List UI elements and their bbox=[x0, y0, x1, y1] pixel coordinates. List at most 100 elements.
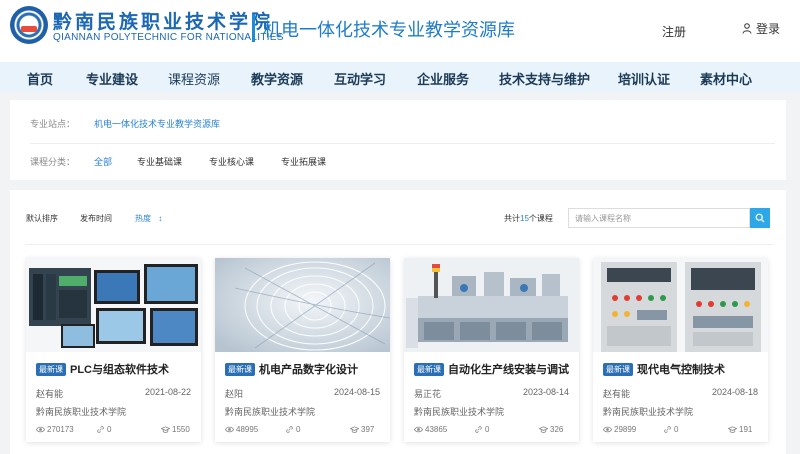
login-label: 登录 bbox=[756, 22, 781, 36]
total-count: 15 bbox=[520, 214, 529, 223]
school-name-en: QIANNAN POLYTECHNIC FOR NATIONALITIES bbox=[53, 32, 284, 43]
school-emblem-logo[interactable] bbox=[10, 6, 48, 44]
category-core[interactable]: 专业核心课 bbox=[209, 155, 254, 168]
course-title[interactable]: 机电产品数字化设计 bbox=[259, 361, 358, 377]
learners-count: 326 bbox=[550, 425, 564, 434]
eye-icon bbox=[225, 426, 234, 433]
sort-publish-time[interactable]: 发布时间 bbox=[80, 213, 112, 224]
course-links: 0 bbox=[474, 425, 489, 434]
course-thumbnail-electrical-control bbox=[593, 258, 768, 352]
course-thumbnail-production-line bbox=[404, 258, 579, 352]
sort-popularity[interactable]: 热度 ↕ bbox=[135, 213, 162, 224]
graduation-cap-icon bbox=[539, 426, 548, 433]
course-date: 2024-08-18 bbox=[711, 387, 758, 397]
course-title[interactable]: 现代电气控制技术 bbox=[637, 361, 725, 377]
learners-count: 397 bbox=[361, 425, 375, 434]
search-button[interactable] bbox=[750, 208, 770, 228]
link-icon bbox=[664, 426, 671, 433]
category-basic[interactable]: 专业基础课 bbox=[137, 155, 182, 168]
course-links: 0 bbox=[285, 425, 300, 434]
course-views: 43865 bbox=[414, 425, 447, 434]
views-count: 270173 bbox=[47, 425, 74, 434]
learners-count: 1550 bbox=[172, 425, 190, 434]
site-header: 黔南民族职业技术学院 QIANNAN POLYTECHNIC FOR NATIO… bbox=[0, 0, 800, 62]
nav-item-home[interactable]: 首页 bbox=[27, 69, 53, 88]
sort-popularity-label: 热度 bbox=[135, 214, 151, 223]
views-count: 29899 bbox=[614, 425, 637, 434]
course-author: 赵有能 bbox=[603, 389, 631, 399]
user-icon bbox=[742, 23, 752, 34]
nav-item-support[interactable]: 技术支持与维护 bbox=[499, 69, 590, 88]
learners-count: 191 bbox=[739, 425, 753, 434]
course-school: 黔南民族职业技术学院 bbox=[225, 407, 316, 417]
course-learners: 397 bbox=[350, 425, 374, 434]
course-title[interactable]: PLC与组态软件技术 bbox=[70, 361, 169, 377]
course-title[interactable]: 自动化生产线安装与调试 bbox=[448, 361, 569, 377]
eye-icon bbox=[414, 426, 423, 433]
main-nav: 首页 专业建设 课程资源 教学资源 互动学习 企业服务 技术支持与维护 培训认证… bbox=[0, 62, 800, 92]
course-views: 29899 bbox=[603, 425, 636, 434]
course-learners: 1550 bbox=[161, 425, 190, 434]
links-count: 0 bbox=[296, 425, 301, 434]
course-search-input[interactable] bbox=[568, 208, 750, 228]
nav-item-training[interactable]: 培训认证 bbox=[618, 69, 670, 88]
total-suffix: 个课程 bbox=[528, 214, 553, 223]
course-links: 0 bbox=[663, 425, 678, 434]
sort-arrow-icon: ↕ bbox=[158, 214, 163, 223]
eye-icon bbox=[36, 426, 45, 433]
nav-item-teaching[interactable]: 教学资源 bbox=[251, 69, 303, 88]
login-link[interactable]: 登录 bbox=[742, 20, 780, 37]
nav-item-major[interactable]: 专业建设 bbox=[86, 69, 138, 88]
course-card[interactable]: 最新课 自动化生产线安装与调试 易正花 2023-08-14 黔南民族职业技术学… bbox=[404, 258, 579, 442]
links-count: 0 bbox=[485, 425, 490, 434]
links-count: 0 bbox=[107, 425, 112, 434]
course-school: 黔南民族职业技术学院 bbox=[414, 407, 505, 417]
eye-icon bbox=[603, 426, 612, 433]
sort-default[interactable]: 默认排序 bbox=[26, 213, 58, 224]
course-card[interactable]: 最新课 PLC与组态软件技术 赵有能 2021-08-22 黔南民族职业技术学院… bbox=[26, 258, 201, 442]
links-count: 0 bbox=[674, 425, 679, 434]
register-link[interactable]: 注册 bbox=[662, 23, 686, 40]
link-icon bbox=[286, 426, 293, 433]
category-all[interactable]: 全部 bbox=[94, 155, 112, 168]
course-author: 易正花 bbox=[414, 389, 442, 399]
site-label: 专业站点： bbox=[30, 119, 76, 129]
course-tag: 最新课 bbox=[225, 363, 255, 376]
total-prefix: 共计 bbox=[504, 214, 520, 223]
graduation-cap-icon bbox=[728, 426, 737, 433]
course-author: 赵有能 bbox=[36, 389, 64, 399]
course-author: 赵阳 bbox=[225, 389, 244, 399]
course-views: 48995 bbox=[225, 425, 258, 434]
course-tag: 最新课 bbox=[603, 363, 633, 376]
course-links: 0 bbox=[96, 425, 111, 434]
course-date: 2023-08-14 bbox=[522, 387, 569, 397]
school-name-cn[interactable]: 黔南民族职业技术学院 bbox=[53, 7, 273, 34]
course-total: 共计15个课程 bbox=[504, 213, 553, 224]
nav-item-materials[interactable]: 素材中心 bbox=[700, 69, 752, 88]
course-learners: 191 bbox=[728, 425, 752, 434]
course-school: 黔南民族职业技术学院 bbox=[603, 407, 694, 417]
filter-divider bbox=[30, 143, 775, 144]
nav-item-interactive[interactable]: 互动学习 bbox=[334, 69, 386, 88]
course-thumbnail-plc bbox=[26, 258, 201, 352]
course-views: 270173 bbox=[36, 425, 74, 434]
link-icon bbox=[97, 426, 104, 433]
course-card[interactable]: 最新课 现代电气控制技术 赵有能 2024-08-18 黔南民族职业技术学院 2… bbox=[593, 258, 768, 442]
category-extended[interactable]: 专业拓展课 bbox=[281, 155, 326, 168]
course-card[interactable]: 最新课 机电产品数字化设计 赵阳 2024-08-15 黔南民族职业技术学院 4… bbox=[215, 258, 390, 442]
nav-item-enterprise[interactable]: 企业服务 bbox=[417, 69, 469, 88]
course-tag: 最新课 bbox=[36, 363, 66, 376]
logo-divider bbox=[252, 14, 255, 42]
site-title[interactable]: 机电一体化技术专业教学资源库 bbox=[263, 16, 515, 42]
search-icon bbox=[755, 213, 765, 223]
nav-item-courses[interactable]: 课程资源 bbox=[168, 69, 220, 88]
category-label: 课程分类： bbox=[30, 157, 76, 167]
graduation-cap-icon bbox=[350, 426, 359, 433]
course-school: 黔南民族职业技术学院 bbox=[36, 407, 127, 417]
site-link[interactable]: 机电一体化技术专业教学资源库 bbox=[94, 117, 220, 130]
list-divider bbox=[25, 244, 773, 245]
filter-panel: 专业站点： 机电一体化技术专业教学资源库 课程分类： 全部 专业基础课 专业核心… bbox=[10, 100, 786, 180]
course-date: 2024-08-15 bbox=[333, 387, 380, 397]
graduation-cap-icon bbox=[161, 426, 170, 433]
views-count: 48995 bbox=[236, 425, 259, 434]
